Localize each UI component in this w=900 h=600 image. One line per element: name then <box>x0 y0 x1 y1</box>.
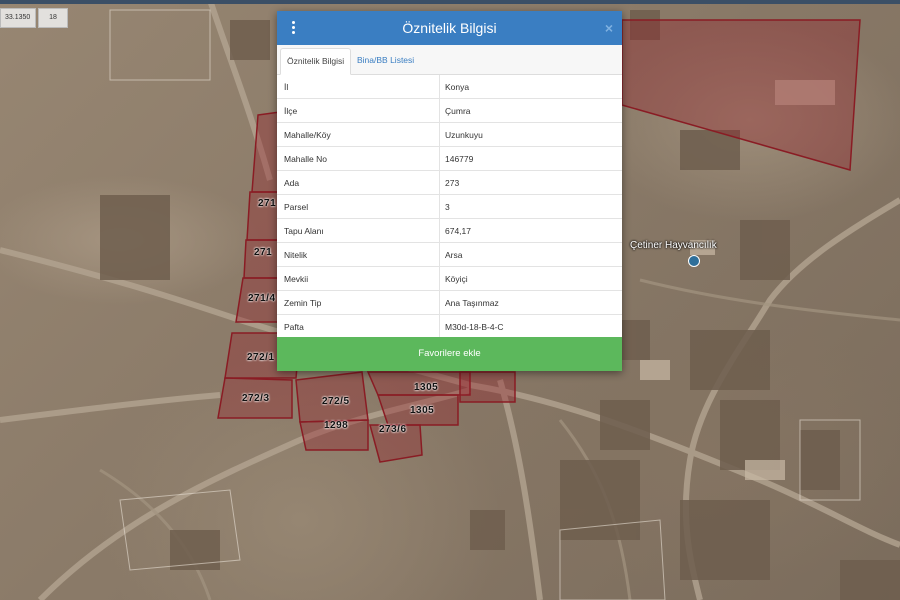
zoom-readout: 18 <box>38 8 68 28</box>
parcel-label: 271 <box>258 198 277 209</box>
place-label[interactable]: Çetiner Hayvancılık <box>630 240 717 251</box>
parcel-label: 271 <box>254 247 273 258</box>
table-row: Mevkii Köyiçi <box>277 266 622 291</box>
parcel-outline <box>109 9 211 81</box>
table-row: Nitelik Arsa <box>277 242 622 267</box>
attribute-key: Zemin Tip <box>277 290 440 315</box>
attribute-key: Mevkii <box>277 266 440 291</box>
building-block <box>720 400 780 470</box>
dialog-title: Öznitelik Bilgisi <box>402 20 497 36</box>
attribute-value: Çumra <box>439 98 622 123</box>
tab-building-list[interactable]: Bina/BB Listesi <box>351 48 420 73</box>
attribute-value: Uzunkuyu <box>439 122 622 147</box>
attribute-value: 146779 <box>439 146 622 171</box>
building-block <box>100 195 170 280</box>
parcel-label: 1298 <box>324 420 349 431</box>
attribute-key: Mahalle No <box>277 146 440 171</box>
table-row: Pafta M30d-18-B-4-C <box>277 314 622 339</box>
attribute-value: M30d-18-B-4-C <box>439 314 622 339</box>
building-block <box>690 330 770 390</box>
add-to-favorites-button[interactable]: Favorilere ekle <box>277 337 622 371</box>
dialog-header: Öznitelik Bilgisi × <box>277 11 622 45</box>
attribute-key: Mahalle/Köy <box>277 122 440 147</box>
parcel-polygon <box>251 111 281 193</box>
building-block <box>560 460 640 540</box>
parcel-label: 1305 <box>414 382 439 393</box>
dialog-tabs: Öznitelik Bilgisi Bina/BB Listesi <box>277 45 622 75</box>
coordinate-readout: 33.1350 <box>0 8 36 28</box>
vertical-dots-menu-icon[interactable] <box>289 21 297 35</box>
place-pin-icon[interactable] <box>688 255 700 267</box>
attribute-value: Arsa <box>439 242 622 267</box>
attribute-value: 674,17 <box>439 218 622 243</box>
attribute-value: 273 <box>439 170 622 195</box>
parcel-label: 271/4 <box>248 293 276 304</box>
table-row: İl Konya <box>277 75 622 99</box>
tab-attribute-info[interactable]: Öznitelik Bilgisi <box>280 48 352 75</box>
top-toolbar-strip <box>0 0 900 4</box>
attribute-key: İlçe <box>277 98 440 123</box>
building-block <box>840 560 900 600</box>
building-roof <box>640 360 670 380</box>
attribute-value: 3 <box>439 194 622 219</box>
building-block <box>470 510 505 550</box>
parcel-polygon <box>621 19 861 171</box>
parcel-polygon <box>459 371 516 403</box>
attribute-key: Parsel <box>277 194 440 219</box>
table-row: Mahalle/Köy Uzunkuyu <box>277 122 622 147</box>
attribute-key: İl <box>277 75 440 99</box>
parcel-label: 1305 <box>410 405 435 416</box>
parcel-polygon <box>243 239 281 279</box>
table-row: Tapu Alanı 674,17 <box>277 218 622 243</box>
attribute-key: Tapu Alanı <box>277 218 440 243</box>
road <box>497 379 543 600</box>
table-row: Parsel 3 <box>277 194 622 219</box>
building-block <box>800 430 840 490</box>
building-block <box>740 220 790 280</box>
parcel-label: 272/1 <box>247 352 275 363</box>
attribute-value: Konya <box>439 75 622 99</box>
building-block <box>230 20 270 60</box>
table-row: Mahalle No 146779 <box>277 146 622 171</box>
attribute-value: Ana Taşınmaz <box>439 290 622 315</box>
table-row: İlçe Çumra <box>277 98 622 123</box>
table-row: Zemin Tip Ana Taşınmaz <box>277 290 622 315</box>
attribute-key: Nitelik <box>277 242 440 267</box>
attribute-dialog: Öznitelik Bilgisi × Öznitelik Bilgisi Bi… <box>277 11 622 371</box>
building-block <box>600 400 650 450</box>
building-block <box>680 500 770 580</box>
attribute-key: Ada <box>277 170 440 195</box>
parcel-label: 273/6 <box>379 424 407 435</box>
building-roof <box>745 460 785 480</box>
attribute-table: İl Konya İlçe Çumra Mahalle/Köy Uzunkuyu Mahal… <box>277 75 622 339</box>
attribute-value: Köyiçi <box>439 266 622 291</box>
road <box>0 392 221 423</box>
parcel-label: 272/5 <box>322 396 350 407</box>
attribute-key: Pafta <box>277 314 440 339</box>
close-icon[interactable]: × <box>605 11 613 45</box>
table-row: Ada 273 <box>277 170 622 195</box>
parcel-label: 272/3 <box>242 393 270 404</box>
